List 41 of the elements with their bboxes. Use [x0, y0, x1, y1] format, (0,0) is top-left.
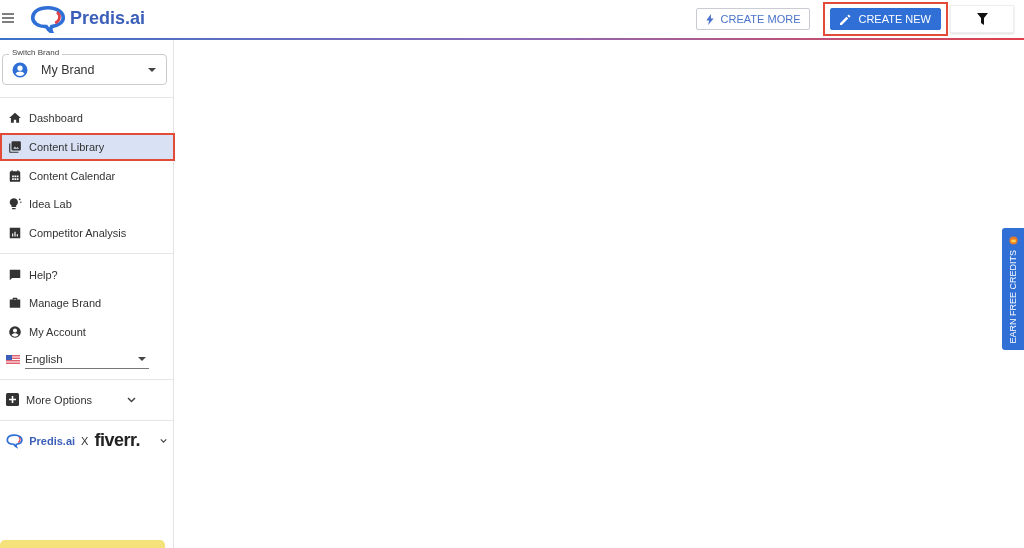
nav-item[interactable]: Dashboard [0, 104, 175, 133]
menu-icon[interactable] [2, 13, 14, 23]
plus-square-icon [6, 393, 19, 406]
chat-bubble-icon [8, 267, 22, 282]
field-label: Switch Brand [9, 48, 63, 57]
caret-icon [138, 357, 146, 361]
bar-chart-icon [8, 226, 22, 241]
nav-item[interactable]: Manage Brand [0, 289, 175, 318]
chevron-down-icon [127, 396, 136, 403]
lightbulb-icon [8, 197, 22, 212]
logo-text: Predis.ai [70, 8, 146, 30]
account-icon [11, 60, 29, 79]
partner-logo-text: fiverr. [94, 430, 140, 451]
gift-icon [1008, 236, 1018, 245]
nav-item[interactable]: Content Library [0, 132, 175, 162]
create-more-button[interactable]: CREATE MORE [695, 8, 811, 30]
chevron-down-icon[interactable] [159, 437, 167, 444]
home-icon [8, 111, 22, 126]
nav-item[interactable]: Idea Lab [0, 190, 175, 219]
language-select[interactable]: English [25, 350, 149, 369]
pencil-icon [840, 13, 852, 25]
nav-item[interactable]: My Account [0, 317, 175, 347]
nav-item[interactable]: Help? [0, 260, 175, 290]
briefcase-icon [8, 296, 22, 311]
speech-bubble-logo-icon [6, 431, 24, 450]
speech-bubble-logo-icon [30, 4, 66, 34]
nav-item[interactable]: Competitor Analysis [0, 218, 175, 248]
filter-icon [976, 13, 988, 25]
filter-button[interactable] [950, 5, 1014, 33]
photo-library-icon [8, 140, 22, 155]
caret-icon [148, 67, 156, 72]
more-options-toggle[interactable]: More Options [0, 379, 173, 420]
flag-icon [6, 355, 20, 364]
logo-text: Predis.ai [29, 434, 76, 447]
separator-text: X [81, 434, 89, 447]
calendar-icon [8, 168, 22, 183]
create-new-button[interactable]: CREATE NEW [830, 8, 941, 30]
lightning-icon [705, 13, 714, 25]
nav-item[interactable]: Content Calendar [0, 161, 175, 191]
earn-credits-tab[interactable]: EARN FREE CREDITS [1002, 228, 1024, 350]
account-icon [8, 325, 22, 340]
